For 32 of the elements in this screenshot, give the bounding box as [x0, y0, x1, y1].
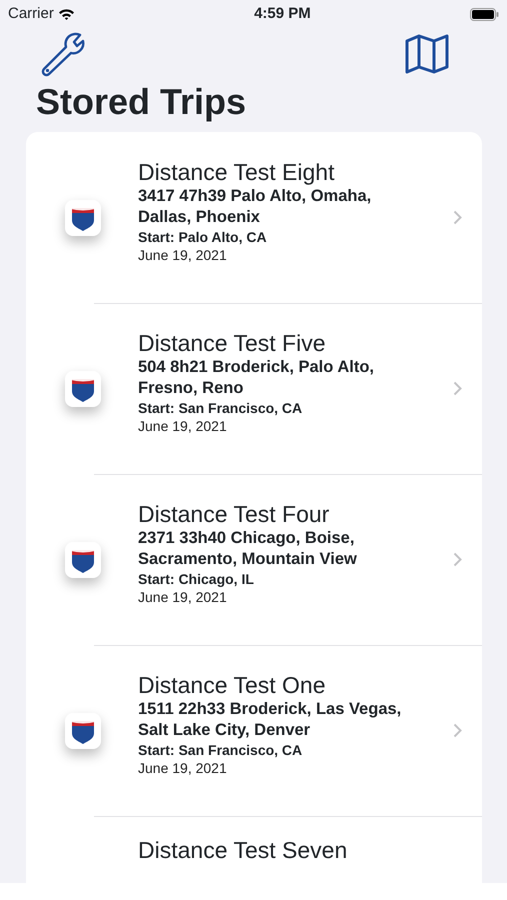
trip-date: June 19, 2021 [138, 246, 228, 264]
trip-row[interactable]: Distance Test Five 504 8h21 Broderick, Palo Alto, Fresno, Reno Start: San Francisco, CA June 19, 2021 [26, 303, 482, 474]
trip-name: Distance Test Five [138, 328, 326, 356]
trip-name: Distance Test Four [138, 500, 330, 528]
page-title: Stored Trips [36, 80, 248, 124]
trip-start: Start: Palo Alto, CA [138, 228, 268, 246]
chevron-icon [453, 381, 462, 396]
chevron-icon [453, 723, 462, 738]
trip-row[interactable]: Distance Test Four 2371 33h40 Chicago, Boise, Sacramento, Mountain View Start: Chicago, IL June 19, 2021 [26, 474, 482, 645]
trip-summary: 504 8h21 Broderick, Palo Alto, Fresno, Reno [138, 356, 375, 398]
wifi-icon [58, 8, 75, 20]
trip-row[interactable]: Distance Test One 1511 22h33 Broderick, Las Vegas, Salt Lake City, Denver Start: San Francisco, CA June 19, 2021 [26, 645, 482, 816]
trip-summary: 3417 47h39 Palo Alto, Omaha, Dallas, Phoenix [138, 186, 372, 228]
trip-summary: 1511 22h33 Broderick, Las Vegas, Salt Lake City, Denver [138, 698, 402, 740]
carrier-label: Carrier [8, 4, 54, 24]
trip-date: June 19, 2021 [138, 588, 228, 606]
trip-row[interactable]: Distance Test Seven [26, 816, 482, 883]
chevron-icon [453, 210, 462, 225]
map-icon[interactable] [405, 34, 449, 74]
chevron-icon [453, 552, 462, 567]
battery-icon [470, 8, 499, 20]
trip-name: Distance Test Seven [138, 836, 348, 864]
trip-row[interactable]: Distance Test Eight 3417 47h39 Palo Alto, Omaha, Dallas, Phoenix Start: Palo Alto, CA June 19, 2021 [26, 132, 482, 303]
trip-summary: 2371 33h40 Chicago, Boise, Sacramento, Mountain View [138, 528, 358, 570]
trip-date: June 19, 2021 [138, 416, 228, 434]
trip-start: Start: San Francisco, CA [138, 398, 304, 416]
trip-name: Distance Test Eight [138, 158, 336, 186]
trip-name: Distance Test One [138, 670, 327, 698]
trip-start: Start: Chicago, IL [138, 570, 255, 588]
trip-start: Start: San Francisco, CA [138, 740, 304, 758]
trip-date: June 19, 2021 [138, 758, 228, 776]
status-time: 4:59 PM [254, 4, 311, 24]
